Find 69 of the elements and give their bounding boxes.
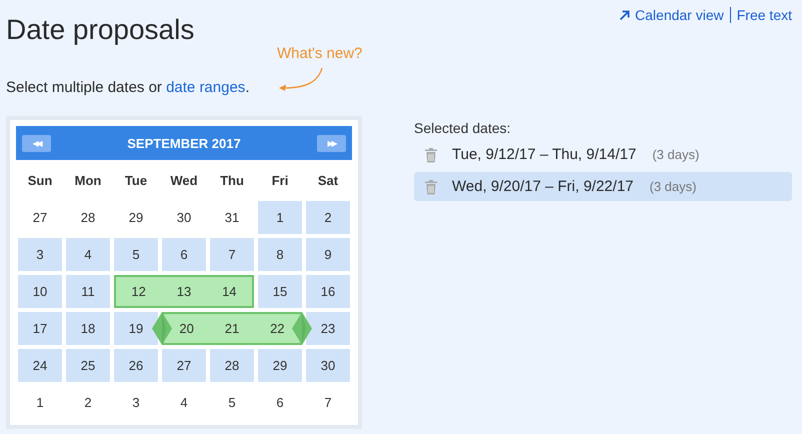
day-cell[interactable]: 5 [210,386,254,419]
weekday-label: Fri [270,173,290,188]
date-range[interactable]: 12 13 14 [114,275,254,308]
day-cell[interactable]: 19 [114,312,158,345]
date-range[interactable]: 20 21 22 [162,312,302,345]
day-cell[interactable]: 10 [18,275,62,308]
date-ranges-link[interactable]: date ranges [166,79,246,96]
whats-new-label: What's new? [277,45,362,62]
day-cell[interactable]: 4 [162,386,206,419]
day-cell[interactable]: 1 [258,201,302,234]
day-cell[interactable]: 9 [306,238,350,271]
range-day[interactable]: 21 [224,321,240,336]
day-cell[interactable]: 17 [18,312,62,345]
calendar-view-link[interactable]: Calendar view [619,7,724,23]
date-range-label: Tue, 9/12/17 – Thu, 9/14/17 [452,146,636,163]
day-cell[interactable]: 30 [162,201,206,234]
day-cell[interactable]: 3 [18,238,62,271]
day-cell[interactable]: 2 [66,386,110,419]
day-cell[interactable]: 27 [18,201,62,234]
day-count: (3 days) [650,179,696,194]
range-handle[interactable] [152,312,172,345]
day-cell[interactable]: 23 [306,312,350,345]
range-day[interactable]: 13 [176,284,192,299]
range-day[interactable]: 22 [270,321,285,336]
trash-icon[interactable] [424,146,438,162]
weekday-label: Sat [316,173,340,188]
free-text-link[interactable]: Free text [736,7,792,23]
day-cell[interactable]: 29 [258,349,302,382]
day-cell[interactable]: 5 [114,238,158,271]
range-day[interactable]: 20 [179,321,194,336]
day-cell[interactable]: 4 [66,238,110,271]
weekday-label: Mon [74,173,102,188]
day-cell[interactable]: 28 [210,349,254,382]
weekday-label: Thu [219,173,245,188]
weekday-label: Sun [26,173,54,188]
day-cell[interactable]: 3 [114,386,158,419]
day-cell[interactable]: 6 [162,238,206,271]
day-cell[interactable]: 28 [66,201,110,234]
selected-date-item[interactable]: Tue, 9/12/17 – Thu, 9/14/17 (3 days) [414,140,792,169]
day-cell[interactable]: 1 [18,386,62,419]
day-cell[interactable]: 8 [258,238,302,271]
date-range-label: Wed, 9/20/17 – Fri, 9/22/17 [452,178,634,195]
weekday-label: Wed [169,173,199,188]
day-cell[interactable]: 30 [306,349,350,382]
intro-text: Select multiple dates or date ranges. [6,79,250,96]
day-cell[interactable]: 26 [114,349,158,382]
range-day[interactable]: 14 [222,284,237,299]
page-title: Date proposals [6,14,194,46]
day-cell[interactable]: 29 [114,201,158,234]
day-cell[interactable]: 25 [66,349,110,382]
month-title: SEPTEMBER 2017 [127,136,241,150]
weekday-label: Tue [124,173,148,188]
day-cell[interactable]: 11 [66,275,110,308]
day-cell[interactable]: 15 [258,275,302,308]
range-day[interactable]: 12 [131,284,146,299]
day-cell[interactable]: 7 [210,238,254,271]
selected-date-item[interactable]: Wed, 9/20/17 – Fri, 9/22/17 (3 days) [414,172,792,201]
day-cell[interactable]: 6 [258,386,302,419]
day-cell[interactable]: 27 [162,349,206,382]
day-cell[interactable]: 16 [306,275,350,308]
selected-dates-heading: Selected dates: [414,120,512,136]
day-cell[interactable]: 24 [18,349,62,382]
day-cell[interactable]: 31 [210,201,254,234]
day-count: (3 days) [652,147,700,162]
arrow-icon [619,10,630,20]
trash-icon[interactable] [424,178,438,194]
day-cell[interactable]: 7 [306,386,350,419]
day-cell[interactable]: 18 [66,312,110,345]
day-cell[interactable]: 2 [306,201,350,234]
